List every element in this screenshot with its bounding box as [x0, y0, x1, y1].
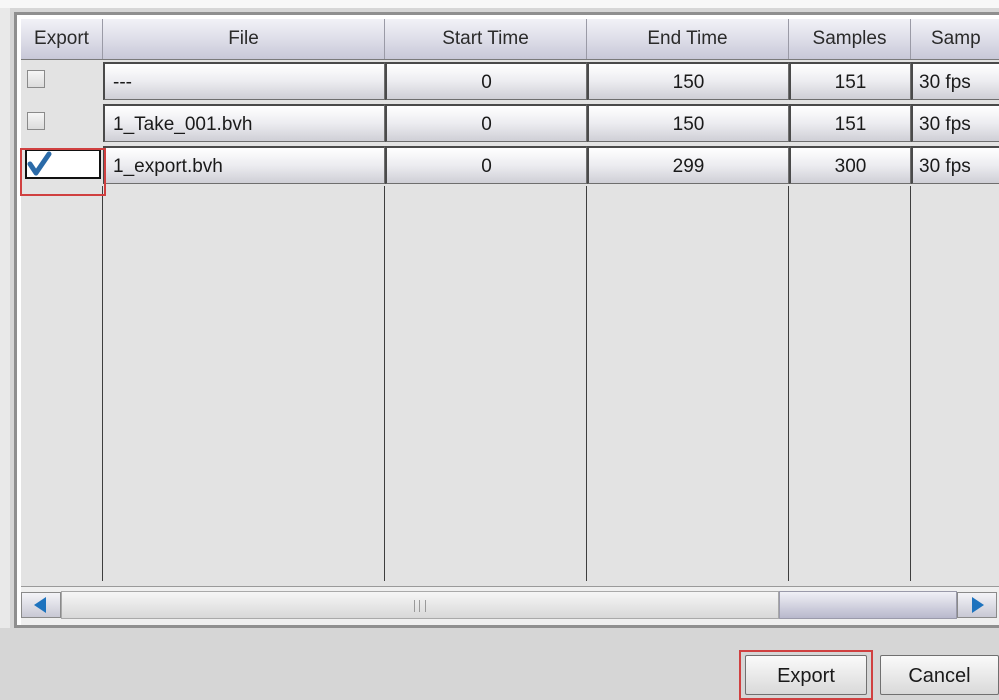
end-time-cell[interactable]: 299 — [587, 146, 789, 184]
column-header-file[interactable]: File — [103, 19, 385, 59]
column-body-export — [21, 186, 103, 581]
sample-rate-cell[interactable]: 30 fps — [911, 104, 999, 142]
start-time-cell[interactable]: 0 — [385, 104, 587, 142]
checkmark-icon — [27, 151, 52, 176]
samples-cell[interactable]: 300 — [789, 146, 911, 184]
horizontal-scrollbar[interactable] — [21, 586, 999, 625]
export-checkbox[interactable] — [27, 70, 45, 88]
window-top-edge — [0, 0, 999, 8]
file-cell[interactable]: 1_Take_001.bvh — [103, 104, 385, 142]
end-time-cell[interactable]: 150 — [587, 62, 789, 100]
export-checkbox-checked[interactable] — [25, 149, 101, 179]
column-body-samples — [789, 186, 911, 581]
file-cell[interactable]: --- — [103, 62, 385, 100]
table-row[interactable]: 1_export.bvh 0 299 300 30 fps — [21, 144, 999, 186]
end-time-cell[interactable]: 150 — [587, 104, 789, 142]
start-time-cell[interactable]: 0 — [385, 146, 587, 184]
window-left-edge — [0, 8, 10, 628]
scroll-right-button[interactable] — [957, 592, 997, 618]
export-checkbox-cell — [21, 146, 103, 184]
samples-cell[interactable]: 151 — [789, 62, 911, 100]
start-time-cell[interactable]: 0 — [385, 62, 587, 100]
column-body-file — [103, 186, 385, 581]
cancel-button[interactable]: Cancel — [880, 655, 999, 695]
table-row[interactable]: --- 0 150 151 30 fps — [21, 60, 999, 102]
column-header-sample-rate[interactable]: Samp — [911, 19, 999, 59]
export-checkbox[interactable] — [27, 112, 45, 130]
table-rows: --- 0 150 151 30 fps 1_Take_001.bvh 0 15… — [21, 60, 999, 186]
column-header-start-time[interactable]: Start Time — [385, 19, 587, 59]
scroll-thumb[interactable] — [61, 591, 779, 619]
arrow-left-icon — [34, 597, 46, 613]
column-header-end-time[interactable]: End Time — [587, 19, 789, 59]
scroll-track[interactable] — [779, 591, 957, 619]
column-header-export[interactable]: Export — [21, 19, 103, 59]
export-checkbox-cell — [21, 62, 103, 100]
scroll-left-button[interactable] — [21, 592, 61, 618]
export-table: Export File Start Time End Time Samples … — [14, 12, 999, 628]
column-body-end-time — [587, 186, 789, 581]
export-button[interactable]: Export — [745, 655, 867, 695]
column-body-start-time — [385, 186, 587, 581]
sample-rate-cell[interactable]: 30 fps — [911, 146, 999, 184]
arrow-right-icon — [972, 597, 984, 613]
samples-cell[interactable]: 151 — [789, 104, 911, 142]
file-cell[interactable]: 1_export.bvh — [103, 146, 385, 184]
export-checkbox-cell — [21, 104, 103, 142]
table-header: Export File Start Time End Time Samples … — [21, 19, 999, 60]
table-row[interactable]: 1_Take_001.bvh 0 150 151 30 fps — [21, 102, 999, 144]
sample-rate-cell[interactable]: 30 fps — [911, 62, 999, 100]
column-header-samples[interactable]: Samples — [789, 19, 911, 59]
scroll-grip-icon — [414, 600, 426, 612]
